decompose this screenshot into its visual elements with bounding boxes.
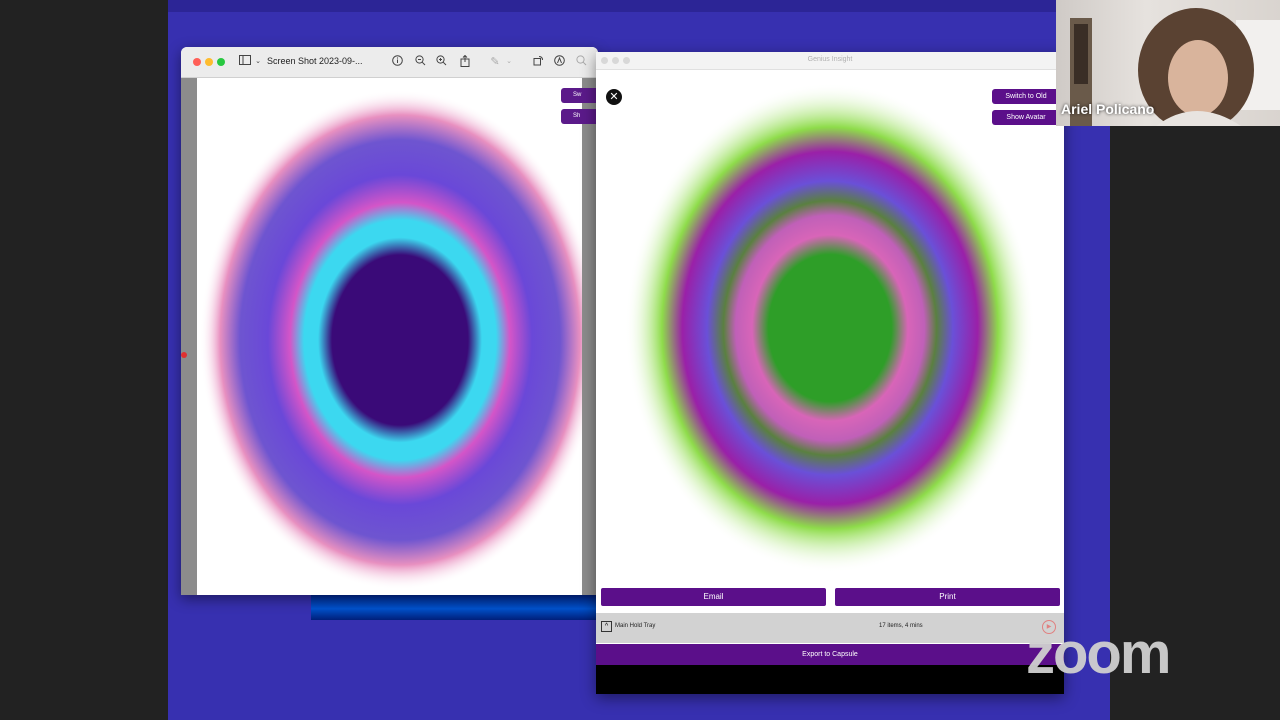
chevron-down-icon[interactable]: ⌄ (251, 55, 265, 69)
zoom-watermark-logo: zoom (1026, 621, 1171, 686)
annotate-icon[interactable] (552, 55, 566, 69)
avatar-button-partial[interactable]: Sh (561, 109, 598, 124)
markup-pen-icon[interactable]: ✎ (488, 55, 502, 69)
print-button[interactable]: Print (835, 588, 1060, 606)
preview-window[interactable]: ⌄ Screen Shot 2023-09-... ✎ ⌄ Sw Sh (181, 47, 598, 595)
genius-window-title: Genius Insight (807, 56, 853, 63)
maximize-window-icon[interactable] (217, 58, 225, 66)
email-button[interactable]: Email (601, 588, 826, 606)
search-icon[interactable] (574, 55, 588, 69)
zoom-out-icon[interactable] (413, 55, 427, 69)
hold-tray-bar: ^ Main Hold Tray 17 items, 4 mins ▶ (596, 613, 1064, 643)
export-to-capsule-button[interactable]: Export to Capsule (596, 644, 1064, 665)
tray-expand-icon[interactable]: ^ (601, 621, 612, 632)
close-overlay-button[interactable]: ✕ (606, 89, 622, 105)
switch-to-old-button[interactable]: Switch to Old (992, 89, 1060, 104)
preview-titlebar[interactable]: ⌄ Screen Shot 2023-09-... ✎ ⌄ (181, 47, 598, 78)
participant-name: Ariel Policano (1061, 101, 1155, 117)
genius-titlebar[interactable]: Genius Insight (596, 52, 1064, 70)
info-icon[interactable] (390, 55, 404, 69)
sidebar-toggle-icon[interactable] (238, 55, 252, 69)
minimize-window-icon[interactable] (205, 58, 213, 66)
participant-video-tile[interactable]: Ariel Policano (1056, 0, 1280, 126)
tray-item-count: 17 items, 4 mins (879, 623, 923, 629)
aura-image-left (197, 78, 582, 595)
preview-left-scroll-area (181, 78, 197, 595)
preview-document-title: Screen Shot 2023-09-... (267, 56, 363, 66)
rotate-icon[interactable] (531, 55, 545, 69)
cursor-dot (181, 352, 187, 358)
desktop-top-strip (168, 0, 1110, 12)
switch-button-partial[interactable]: Sw (561, 88, 598, 103)
aura-image-right (596, 70, 1064, 585)
close-window-icon[interactable] (193, 58, 201, 66)
genius-footer (596, 665, 1064, 694)
share-icon[interactable] (458, 54, 472, 69)
markup-chevron-icon[interactable]: ⌄ (502, 55, 516, 69)
tray-label: Main Hold Tray (615, 623, 656, 629)
zoom-in-icon[interactable] (434, 55, 448, 69)
show-avatar-button[interactable]: Show Avatar (992, 110, 1060, 125)
genius-insight-window[interactable]: Genius Insight ✕ Switch to Old Show Avat… (596, 52, 1064, 694)
background-window-sliver (311, 595, 598, 620)
